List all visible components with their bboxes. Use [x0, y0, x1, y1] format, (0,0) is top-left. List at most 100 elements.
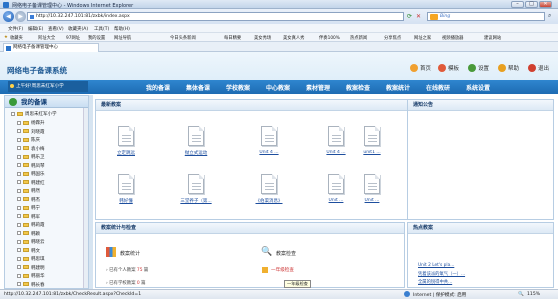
- document-icon[interactable]: [364, 126, 380, 146]
- nav-materials[interactable]: 素材管理: [306, 83, 330, 92]
- minimize-button[interactable]: –: [511, 1, 524, 8]
- expand-icon[interactable]: [17, 197, 21, 201]
- document-link[interactable]: 立定跳远: [106, 150, 146, 156]
- document-link[interactable]: 抛立式运动: [176, 150, 216, 156]
- fav-item[interactable]: 我的设置: [88, 35, 105, 41]
- favorites-label[interactable]: 收藏夹: [10, 35, 23, 41]
- document-icon[interactable]: [188, 174, 204, 194]
- sidebar-tree-item[interactable]: 韩丽华: [17, 273, 45, 279]
- fav-item[interactable]: 分享焦点: [384, 35, 401, 41]
- fav-item[interactable]: 每日精要: [224, 35, 241, 41]
- expand-icon[interactable]: [17, 129, 21, 133]
- sidebar-tree-item[interactable]: 韩建红: [17, 180, 45, 186]
- nav-online-research[interactable]: 在线教研: [426, 83, 450, 92]
- document-link[interactable]: 韩好懂: [106, 198, 146, 204]
- sidebar-tree-item[interactable]: 刘晓霞: [17, 129, 45, 135]
- sidebar-tree-item[interactable]: 韩思琪: [17, 256, 45, 262]
- stop-icon[interactable]: ✕: [416, 13, 421, 20]
- document-link[interactable]: 三堂养子（第...: [176, 198, 216, 204]
- expand-icon[interactable]: [17, 273, 21, 278]
- expand-icon[interactable]: [17, 120, 21, 125]
- sidebar-tree-item[interactable]: 韩晓云: [17, 239, 45, 245]
- sidebar-tree-item[interactable]: 韩莉霞: [17, 222, 45, 228]
- settings-link[interactable]: 设置: [478, 64, 489, 72]
- nav-plan-stats[interactable]: 教案统计: [386, 83, 410, 92]
- fav-item[interactable]: 97网址: [66, 35, 80, 41]
- sidebar-tree-item[interactable]: 韩宁: [17, 205, 40, 211]
- nav-plan-check[interactable]: 教案检查: [346, 83, 370, 92]
- fav-item[interactable]: 建议网站: [484, 35, 501, 41]
- search-input[interactable]: Bing: [427, 12, 545, 21]
- expand-icon[interactable]: [17, 265, 21, 269]
- menu-edit[interactable]: 编辑(E): [28, 26, 43, 32]
- expand-icon[interactable]: [17, 146, 21, 150]
- hot-item[interactable]: 全属的锐得中共...: [418, 279, 452, 285]
- zoom-icon[interactable]: 🔍: [518, 292, 524, 297]
- address-input[interactable]: http://10.32.247.101:81/zxbk/index.aspx: [27, 12, 404, 21]
- sidebar-tree-item[interactable]: 韩国乐: [17, 171, 45, 177]
- browser-tab[interactable]: 网络电子备课管理中心: [3, 43, 99, 52]
- sidebar-tree-item[interactable]: 韩乐卫: [17, 154, 45, 160]
- sidebar-tree-item[interactable]: 韩文: [17, 248, 40, 254]
- fav-item[interactable]: 阿址大全: [38, 35, 55, 41]
- menu-tools[interactable]: 工具(T): [94, 26, 109, 32]
- document-link[interactable]: unit1 ...: [352, 150, 392, 155]
- sidebar-tree-item[interactable]: 韩颖: [17, 231, 40, 237]
- template-link[interactable]: 模板: [448, 64, 459, 72]
- close-button[interactable]: ✕: [539, 1, 552, 8]
- maximize-button[interactable]: □: [525, 1, 538, 8]
- document-link[interactable]: Unit 4 ...: [249, 150, 289, 155]
- document-icon[interactable]: [118, 174, 134, 194]
- expand-icon[interactable]: [17, 163, 21, 167]
- plan-check-label[interactable]: 教案检查: [276, 250, 296, 257]
- collapse-icon[interactable]: [11, 111, 15, 116]
- logout-link[interactable]: 退出: [538, 64, 549, 72]
- sidebar-tree-item[interactable]: 杨霖升: [17, 120, 45, 126]
- expand-icon[interactable]: [17, 282, 21, 286]
- menu-help[interactable]: 帮助(H): [114, 26, 130, 32]
- document-link[interactable]: 《伯渠消息》: [249, 198, 289, 204]
- sidebar-tree-item[interactable]: 韩然: [17, 188, 40, 194]
- search-icon[interactable]: ⌕: [548, 12, 551, 20]
- fav-item[interactable]: 视频播放器: [442, 35, 463, 41]
- expand-icon[interactable]: [17, 154, 21, 159]
- nav-center-plans[interactable]: 中心教案: [266, 83, 290, 92]
- expand-icon[interactable]: [17, 180, 21, 184]
- nav-system-settings[interactable]: 系统设置: [466, 83, 490, 92]
- document-icon[interactable]: [328, 126, 344, 146]
- sidebar-scrollbar[interactable]: [83, 108, 88, 288]
- sidebar-tree-item[interactable]: 韩长春: [17, 282, 45, 288]
- fav-item[interactable]: 热点新闻: [350, 35, 367, 41]
- fav-item[interactable]: 伴奏100%: [319, 35, 340, 41]
- expand-icon[interactable]: [17, 256, 21, 261]
- sidebar-tree-item[interactable]: 袁小梅: [17, 146, 45, 152]
- document-icon[interactable]: [364, 174, 380, 194]
- document-icon[interactable]: [118, 126, 134, 146]
- nav-my-lessons[interactable]: 我的备课: [146, 83, 170, 92]
- hot-item[interactable]: Unit 2 Let's pla...: [418, 263, 454, 268]
- hot-item[interactable]: 凭着该派的氧气（一）...: [418, 271, 465, 277]
- sidebar-tree-item[interactable]: 陈庆: [17, 137, 40, 143]
- fav-item[interactable]: 今日头条新闻: [170, 35, 196, 41]
- expand-icon[interactable]: [17, 205, 21, 210]
- sidebar-tree-item[interactable]: 韩杰: [17, 197, 40, 203]
- menu-file[interactable]: 文件(F): [8, 26, 23, 32]
- sidebar-tree-item[interactable]: 韩凤琴: [17, 163, 45, 169]
- document-icon[interactable]: [261, 126, 277, 146]
- forward-icon[interactable]: ▶: [15, 11, 26, 22]
- nav-school-plans[interactable]: 学校教案: [226, 83, 250, 92]
- menu-favorites[interactable]: 收藏夹(A): [68, 26, 88, 32]
- document-link[interactable]: Unit 4 ...: [316, 150, 356, 155]
- document-link[interactable]: Unit ...: [316, 198, 356, 203]
- tree-root[interactable]: 周思未红军小学: [11, 111, 57, 117]
- nav-group-lessons[interactable]: 集体备课: [186, 83, 210, 92]
- plan-count-label[interactable]: 教案统计: [120, 250, 140, 257]
- expand-icon[interactable]: [17, 239, 21, 244]
- document-icon[interactable]: [328, 174, 344, 194]
- grade-check-link[interactable]: 一年级检查: [271, 267, 294, 273]
- refresh-icon[interactable]: ⟳: [407, 13, 412, 20]
- fav-item[interactable]: 网址导航: [114, 35, 131, 41]
- document-icon[interactable]: [188, 126, 204, 146]
- expand-icon[interactable]: [17, 222, 21, 227]
- fav-item[interactable]: 美女真人秀: [283, 35, 304, 41]
